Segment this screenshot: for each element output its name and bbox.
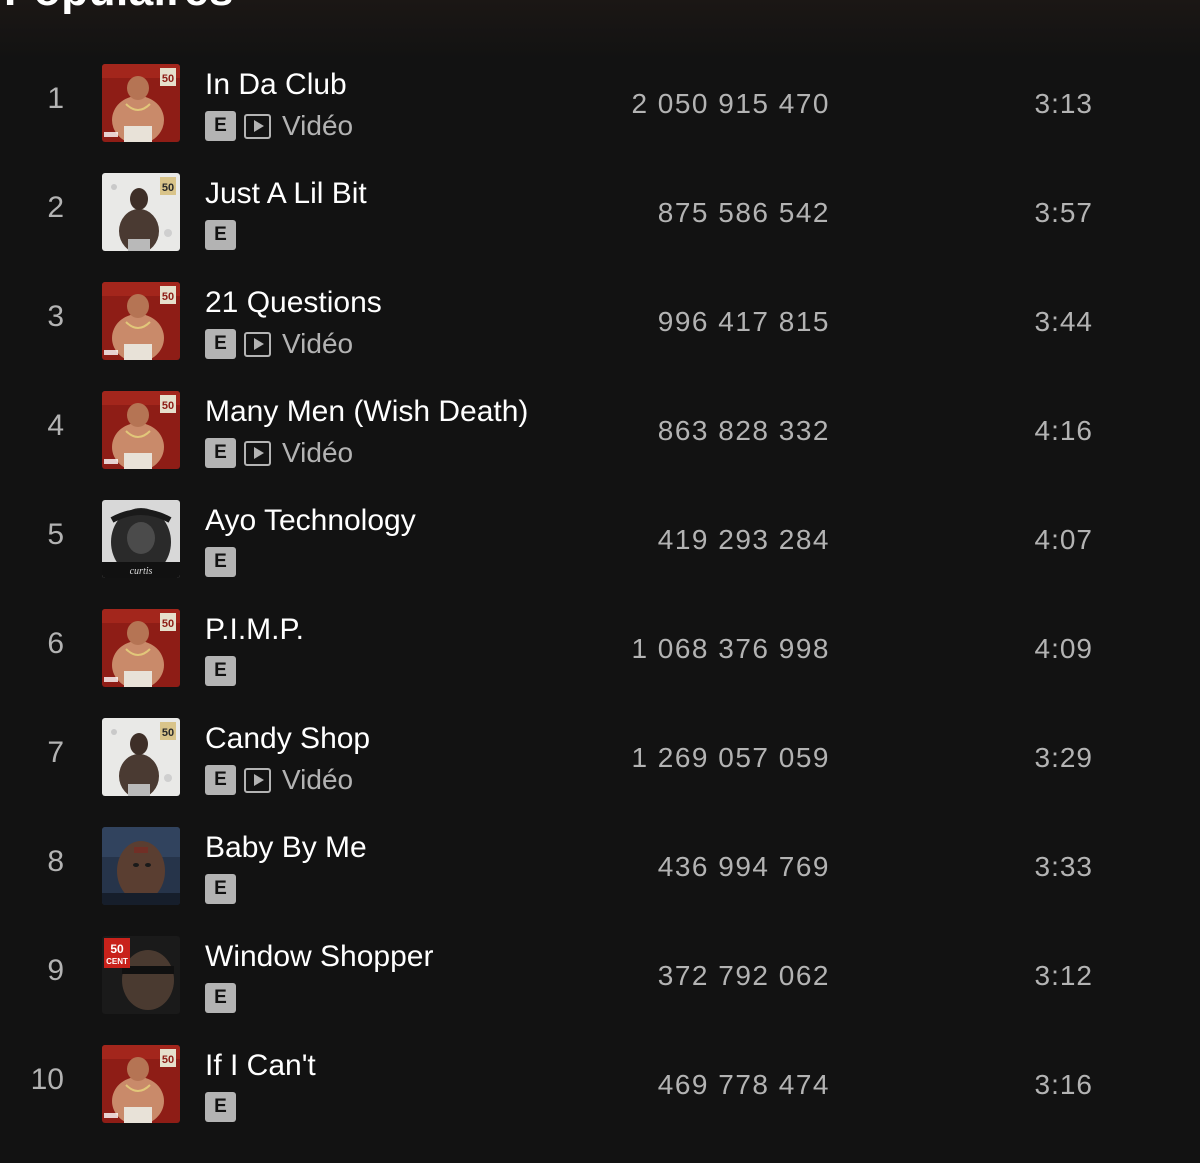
track-title[interactable]: Just A Lil Bit [205,176,367,212]
track-meta: E [205,656,236,686]
video-label[interactable]: Vidéo [282,764,353,796]
track-row[interactable]: 3 50 21 Questions E Vidéo 996 417 815 3:… [0,258,1200,367]
track-title[interactable]: Candy Shop [205,721,370,757]
svg-text:50: 50 [162,727,174,739]
play-count: 875 586 542 [657,197,830,228]
album-cover[interactable]: 50 [102,609,180,687]
svg-text:50: 50 [110,942,124,956]
track-title[interactable]: Baby By Me [205,830,367,866]
track-duration: 4:16 [1034,415,1093,446]
track-rank: 1 [47,82,64,115]
svg-text:CENT: CENT [106,957,128,966]
play-count: 469 778 474 [657,1069,830,1100]
track-meta: E [205,874,236,904]
track-row[interactable]: 4 50 Many Men (Wish Death) E Vidéo 863 8… [0,367,1200,476]
track-title[interactable]: Ayo Technology [205,503,416,539]
video-icon [244,331,271,357]
play-count: 1 068 376 998 [631,633,830,664]
track-row[interactable]: 10 50 If I Can't E 469 778 474 3:16 [0,1021,1200,1130]
track-rank: 5 [47,518,64,551]
track-row[interactable]: 7 50 Candy Shop E Vidéo 1 269 057 059 3:… [0,694,1200,803]
track-duration: 3:16 [1034,1069,1093,1100]
section-title: Populaires [4,0,234,16]
play-count: 436 994 769 [657,851,830,882]
album-cover[interactable]: 50 CENT [102,936,180,1014]
explicit-badge: E [205,983,236,1013]
track-title[interactable]: In Da Club [205,67,347,103]
explicit-badge: E [205,220,236,250]
track-meta: E [205,547,236,577]
track-title[interactable]: Window Shopper [205,939,433,975]
track-row[interactable]: 5 curtis Ayo Technology E 419 293 284 4:… [0,476,1200,585]
track-duration: 4:09 [1034,633,1093,664]
track-duration: 4:07 [1034,524,1093,555]
play-count: 2 050 915 470 [631,88,830,119]
album-cover[interactable]: 50 [102,282,180,360]
track-rank: 10 [30,1063,64,1096]
play-count: 996 417 815 [657,306,830,337]
explicit-badge: E [205,329,236,359]
album-cover[interactable]: 50 [102,64,180,142]
explicit-badge: E [205,111,236,141]
track-rank: 4 [47,409,64,442]
track-meta: E [205,983,236,1013]
track-meta: E Vidéo [205,437,353,469]
play-count: 372 792 062 [657,960,830,991]
svg-text:50: 50 [162,1054,174,1066]
track-title[interactable]: P.I.M.P. [205,612,304,648]
video-icon [244,113,271,139]
play-count: 419 293 284 [657,524,830,555]
track-duration: 3:33 [1034,851,1093,882]
explicit-badge: E [205,1092,236,1122]
svg-text:50: 50 [162,291,174,303]
track-rank: 8 [47,845,64,878]
track-row[interactable]: 2 50 Just A Lil Bit E 875 586 542 3:57 [0,149,1200,258]
album-cover[interactable]: 50 [102,173,180,251]
track-row[interactable]: 1 50 In Da Club E Vidéo 2 050 915 470 3:… [0,40,1200,149]
track-rank: 2 [47,191,64,224]
album-cover[interactable]: 50 [102,391,180,469]
track-duration: 3:12 [1034,960,1093,991]
track-row[interactable]: 8 Baby By Me E 436 994 769 3:33 [0,803,1200,912]
track-rank: 7 [47,736,64,769]
track-meta: E [205,220,236,250]
video-label[interactable]: Vidéo [282,110,353,142]
track-duration: 3:44 [1034,306,1093,337]
explicit-badge: E [205,874,236,904]
album-cover[interactable]: curtis [102,500,180,578]
track-meta: E Vidéo [205,328,353,360]
track-rank: 3 [47,300,64,333]
track-duration: 3:57 [1034,197,1093,228]
track-meta: E [205,1092,236,1122]
play-count: 1 269 057 059 [631,742,830,773]
explicit-badge: E [205,765,236,795]
track-title[interactable]: Many Men (Wish Death) [205,394,528,430]
track-rank: 6 [47,627,64,660]
track-row[interactable]: 9 50 CENT Window Shopper E 372 792 062 3:… [0,912,1200,1021]
track-row[interactable]: 6 50 P.I.M.P. E 1 068 376 998 4:09 [0,585,1200,694]
explicit-badge: E [205,438,236,468]
svg-text:curtis: curtis [130,566,153,577]
svg-text:50: 50 [162,73,174,85]
play-count: 863 828 332 [657,415,830,446]
album-cover[interactable]: 50 [102,1045,180,1123]
track-meta: E Vidéo [205,764,353,796]
track-title[interactable]: If I Can't [205,1048,316,1084]
track-rank: 9 [47,954,64,987]
track-duration: 3:29 [1034,742,1093,773]
video-icon [244,767,271,793]
svg-text:50: 50 [162,618,174,630]
svg-text:50: 50 [162,182,174,194]
svg-text:50: 50 [162,400,174,412]
track-meta: E Vidéo [205,110,353,142]
video-icon [244,440,271,466]
track-duration: 3:13 [1034,88,1093,119]
album-cover[interactable]: 50 [102,718,180,796]
album-cover[interactable] [102,827,180,905]
explicit-badge: E [205,547,236,577]
track-title[interactable]: 21 Questions [205,285,382,321]
video-label[interactable]: Vidéo [282,437,353,469]
explicit-badge: E [205,656,236,686]
video-label[interactable]: Vidéo [282,328,353,360]
